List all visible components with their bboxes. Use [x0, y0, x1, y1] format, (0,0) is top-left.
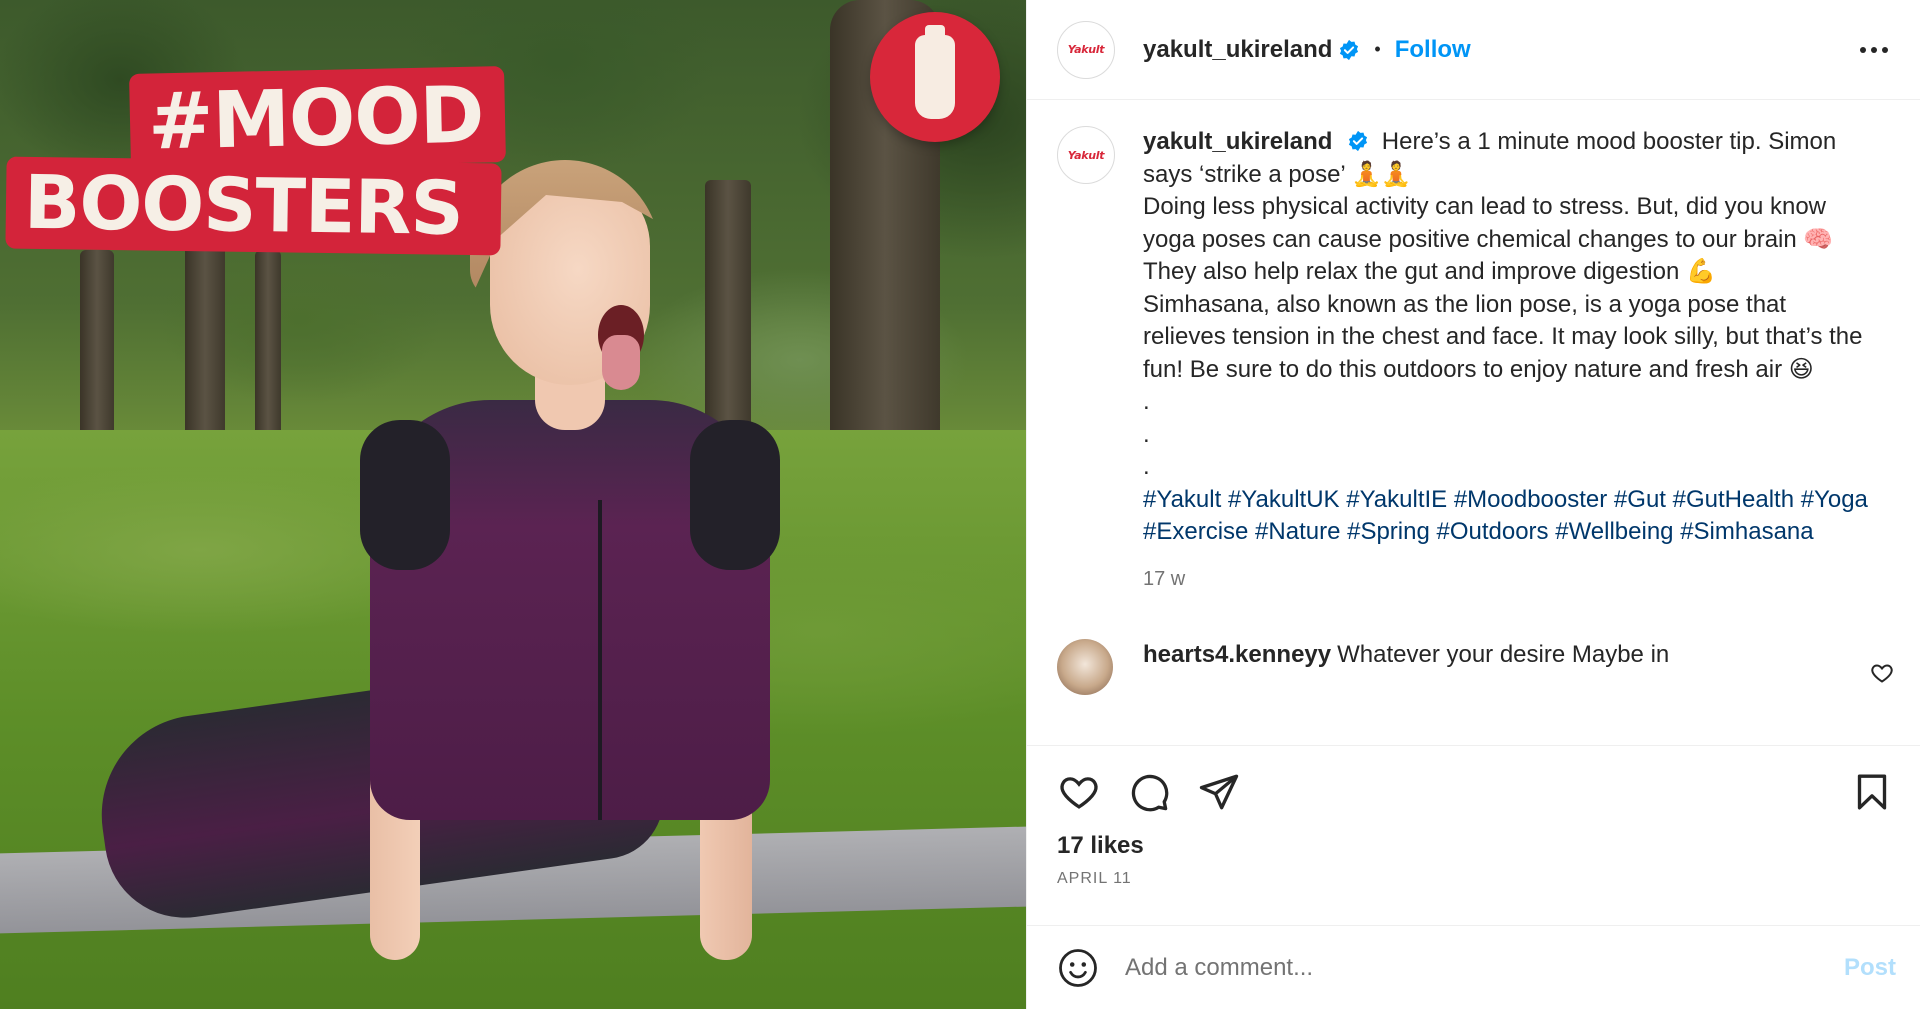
tree-trunk — [255, 250, 281, 450]
post-header: Yakult yakult_ukireland • Follow — [1027, 0, 1920, 100]
comment-body: hearts4.kenneyy Whatever your desire Mayb… — [1143, 639, 1669, 671]
likes-count[interactable]: 17 likes — [1057, 832, 1894, 860]
headline-line2: BOOSTERS — [23, 159, 464, 252]
comment-button[interactable] — [1127, 770, 1171, 814]
tree-trunk — [705, 180, 751, 440]
caption-dot: . — [1143, 388, 1150, 415]
comment-input[interactable] — [1125, 953, 1844, 982]
figure-sleeve-right — [690, 420, 780, 570]
yakult-bottle-badge — [870, 12, 1000, 142]
header-separator: • — [1374, 39, 1381, 59]
profile-avatar[interactable]: Yakult — [1057, 20, 1115, 79]
caption-timestamp[interactable]: 17 w — [1143, 563, 1873, 596]
post-date[interactable]: APRIL 11 — [1057, 870, 1894, 888]
share-button[interactable] — [1197, 770, 1241, 814]
add-comment-bar: Post — [1027, 925, 1920, 1009]
header-username[interactable]: yakult_ukireland — [1143, 36, 1332, 64]
verified-badge-icon — [1340, 39, 1359, 60]
figure-zipper — [598, 500, 602, 820]
caption-dot: . — [1143, 453, 1150, 480]
post-comment-button[interactable]: Post — [1844, 954, 1896, 982]
yakult-logo: Yakult — [1067, 148, 1105, 162]
caption-hashtags[interactable]: #Yakult #YakultUK #YakultIE #Moodbooster… — [1143, 484, 1873, 549]
post-image[interactable]: #MOOD BOOSTERS — [0, 0, 1026, 1009]
post-side-panel: Yakult yakult_ukireland • Follow Yakult — [1026, 0, 1920, 1009]
figure-sleeve-left — [360, 420, 450, 570]
comment-icon — [1131, 774, 1169, 812]
bookmark-icon — [1857, 774, 1887, 810]
caption: Yakult yakult_ukireland Here’s a 1 minut… — [1057, 126, 1894, 595]
instagram-post: #MOOD BOOSTERS Yakult yakult_ukireland •… — [0, 0, 1920, 1009]
caption-text-line3: Simhasana, also known as the lion pose, … — [1143, 290, 1863, 383]
follow-button[interactable]: Follow — [1395, 36, 1471, 64]
tree-trunk — [185, 240, 225, 460]
comments-section[interactable]: Yakult yakult_ukireland Here’s a 1 minut… — [1027, 100, 1920, 745]
comment-heart-icon[interactable] — [1870, 661, 1894, 685]
actions-section: 17 likes APRIL 11 — [1027, 745, 1920, 925]
caption-avatar[interactable]: Yakult — [1057, 126, 1115, 184]
heart-icon — [1060, 777, 1098, 809]
caption-line1: yakult_ukireland Here’s a 1 minute mood … — [1143, 126, 1873, 191]
emoji-icon[interactable] — [1057, 947, 1099, 989]
comment-username[interactable]: hearts4.kenneyy — [1143, 641, 1331, 668]
verified-badge-icon — [1349, 130, 1368, 152]
more-options-button[interactable] — [1854, 35, 1894, 65]
comment-item: hearts4.kenneyy Whatever your desire Mayb… — [1057, 639, 1894, 695]
save-button[interactable] — [1850, 770, 1894, 814]
caption-text-line2: Doing less physical activity can lead to… — [1143, 193, 1834, 285]
caption-dot: . — [1143, 420, 1150, 448]
more-options-icon — [1860, 46, 1888, 53]
caption-body: yakult_ukireland Here’s a 1 minute mood … — [1143, 126, 1873, 595]
commenter-avatar[interactable] — [1057, 639, 1113, 695]
comment-text: Whatever your desire Maybe in — [1337, 641, 1670, 668]
caption-username[interactable]: yakult_ukireland — [1143, 128, 1332, 155]
yakult-logo: Yakult — [1067, 43, 1105, 56]
bottle-icon — [915, 25, 955, 119]
action-bar — [1057, 764, 1894, 820]
share-icon — [1199, 774, 1239, 810]
headline-tag-boosters: BOOSTERS — [5, 156, 502, 256]
headline-line1: #MOOD — [147, 70, 485, 168]
like-button[interactable] — [1057, 770, 1101, 814]
headline-tag-mood: #MOOD — [129, 66, 506, 170]
figure-tongue — [602, 335, 640, 390]
